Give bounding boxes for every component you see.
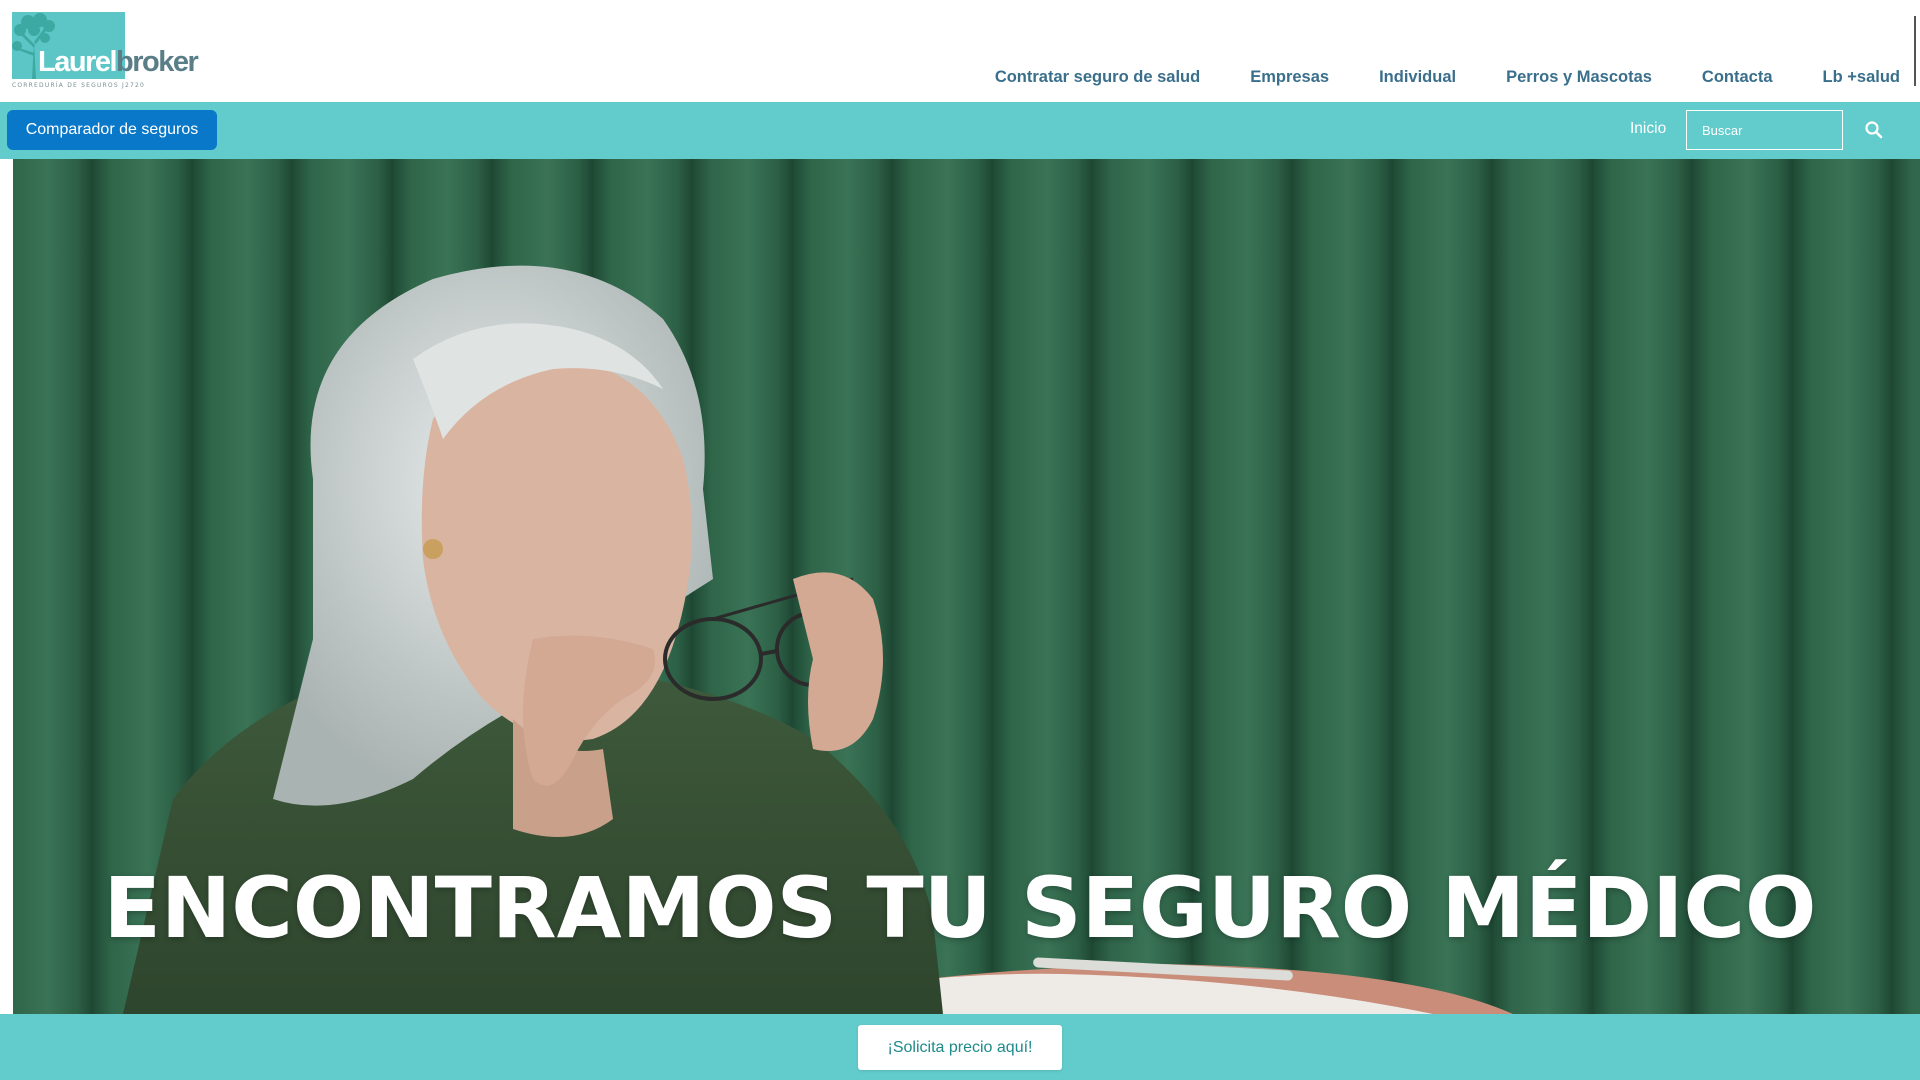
comparador-button[interactable]: Comparador de seguros xyxy=(7,110,217,150)
logo-wordmark: Laurelbroker xyxy=(38,46,199,78)
secondary-bar: Comparador de seguros Inicio xyxy=(0,102,1920,159)
main-navigation: Contratar seguro de salud Empresas Indiv… xyxy=(945,68,1900,87)
logo-word-laurel: Laurel xyxy=(38,46,118,78)
search-icon[interactable] xyxy=(1862,118,1886,142)
site-header: Laurelbroker CORREDURÍA DE SEGUROS J2720… xyxy=(0,0,1920,102)
header-divider xyxy=(1914,16,1916,86)
brand-logo[interactable]: Laurelbroker CORREDURÍA DE SEGUROS J2720 xyxy=(12,12,212,90)
nav-lb-salud[interactable]: Lb +salud xyxy=(1823,68,1900,87)
logo-tagline: CORREDURÍA DE SEGUROS J2720 xyxy=(12,82,146,89)
hero-title: ENCONTRAMOS TU SEGURO MÉDICO xyxy=(103,859,1817,957)
solicita-precio-button[interactable]: ¡Solicita precio aquí! xyxy=(858,1025,1062,1070)
logo-word-broker: broker xyxy=(116,46,199,78)
nav-perros-mascotas[interactable]: Perros y Mascotas xyxy=(1506,68,1652,87)
nav-empresas[interactable]: Empresas xyxy=(1250,68,1329,87)
cta-bar: ¡Solicita precio aquí! xyxy=(0,1014,1920,1080)
search-input[interactable] xyxy=(1686,110,1843,150)
nav-contacta[interactable]: Contacta xyxy=(1702,68,1773,87)
hero-banner: ENCONTRAMOS TU SEGURO MÉDICO xyxy=(13,159,1920,1014)
inicio-link[interactable]: Inicio xyxy=(1630,120,1666,138)
nav-individual[interactable]: Individual xyxy=(1379,68,1456,87)
nav-contratar-seguro[interactable]: Contratar seguro de salud xyxy=(995,68,1200,87)
